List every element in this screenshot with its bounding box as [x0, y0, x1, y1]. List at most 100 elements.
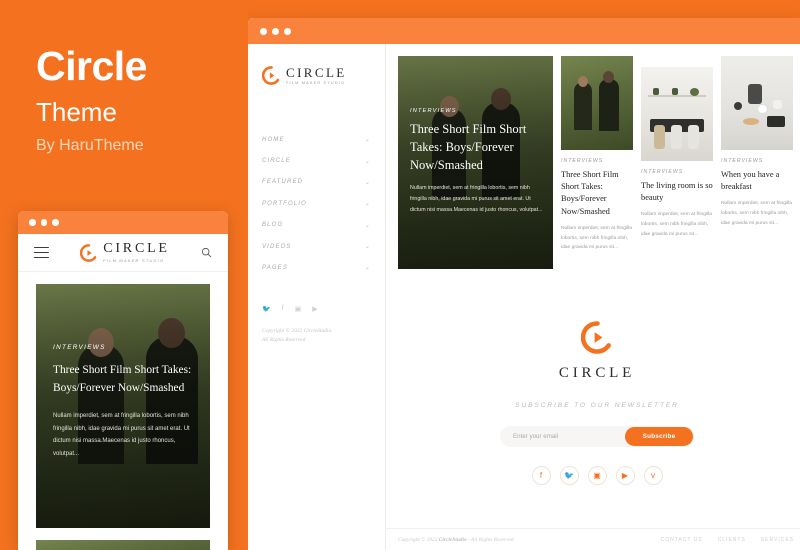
sidebar-item-blog[interactable]: BLOG ⌄ — [262, 215, 371, 236]
logo-wordmark: CIRCLE — [103, 241, 170, 256]
sidebar-item-portfolio[interactable]: PORTFOLIO ⌄ — [262, 193, 371, 214]
footer-link-clients[interactable]: CLIENTS — [718, 537, 746, 543]
window-titlebar — [248, 18, 800, 44]
search-icon[interactable] — [201, 247, 212, 258]
sidebar-social-links: 🐦 f ▣ ▶ — [262, 305, 371, 313]
article-excerpt: Nullam imperdiet, sem at fringilla lobor… — [641, 212, 712, 237]
hamburger-menu-icon[interactable] — [34, 243, 49, 261]
article-excerpt: Nullam imperdiet, sem at fringilla lobor… — [561, 225, 632, 251]
copyright-line-2: All Rights Reserved — [262, 337, 306, 344]
circle-play-logo-icon — [80, 243, 97, 262]
window-dot-maximize[interactable] — [284, 27, 291, 35]
youtube-icon[interactable]: ▶ — [615, 466, 635, 485]
instagram-icon[interactable]: ▣ — [587, 466, 607, 485]
article-card[interactable]: INTERVIEWS When you have a breakfast Nul… — [721, 56, 793, 269]
sidebar-item-videos[interactable]: VIDEOS ⌄ — [262, 236, 371, 257]
mobile-logo[interactable]: CIRCLE FILM MAKER STUDIO — [80, 242, 170, 263]
sidebar-nav: HOME ⌄ CIRCLE ⌄ FEATURED ⌄ PORTFOLIO ⌄ B… — [262, 129, 371, 279]
chevron-down-icon: ⌄ — [364, 179, 371, 186]
sidebar-item-label: VIDEOS — [262, 243, 292, 250]
article-card[interactable]: INTERVIEWS The living room is so beauty … — [641, 56, 713, 269]
window-dot-close[interactable] — [260, 27, 267, 35]
article-excerpt: Nullam imperdiet, sem at fringilla lobor… — [721, 201, 792, 226]
promo-subtitle: Theme — [36, 97, 117, 127]
email-input[interactable]: Enter your email — [513, 433, 558, 440]
article-excerpt: Nullam imperdiet, sem at fringilla lobor… — [53, 412, 190, 457]
article-category: INTERVIEWS — [721, 158, 764, 164]
sidebar-item-home[interactable]: HOME ⌄ — [262, 129, 371, 150]
sidebar-logo[interactable]: CIRCLE FILM MAKER STUDIO — [262, 66, 371, 85]
featured-article-card[interactable]: INTERVIEWS Three Short Film Short Takes:… — [398, 56, 553, 269]
article-category: INTERVIEWS — [561, 158, 604, 164]
circle-play-logo-icon — [580, 321, 611, 354]
footer-bottom-bar: Copyright © 2022 CircleStudio - All Righ… — [386, 528, 800, 550]
desktop-browser-window: CIRCLE FILM MAKER STUDIO HOME ⌄ CIRCLE ⌄… — [248, 18, 800, 550]
logo-wordmark: CIRCLE — [286, 65, 347, 81]
sidebar-item-label: CIRCLE — [262, 158, 291, 165]
copyright-suffix: - All Rights Reserved — [466, 536, 514, 543]
sidebar-item-label: FEATURED — [262, 179, 304, 186]
article-category: INTERVIEWS — [53, 344, 106, 351]
newsletter-subtitle: SUBSCRIBE TO OUR NEWSLETTER — [515, 402, 679, 409]
mobile-window-titlebar — [18, 211, 228, 234]
article-category: INTERVIEWS — [410, 108, 457, 114]
sidebar-item-label: HOME — [262, 136, 285, 143]
sidebar-item-label: PORTFOLIO — [262, 200, 307, 207]
facebook-icon[interactable]: f — [531, 466, 551, 485]
article-thumbnail — [36, 540, 210, 550]
twitter-icon[interactable]: 🐦 — [559, 466, 579, 485]
newsletter-section: CIRCLE SUBSCRIBE TO OUR NEWSLETTER Enter… — [386, 269, 800, 485]
copyright-prefix: Copyright © 2022 — [398, 536, 439, 543]
sidebar-item-pages[interactable]: PAGES ⌄ — [262, 257, 371, 278]
chevron-down-icon: ⌄ — [364, 158, 371, 165]
circle-play-logo-icon — [262, 66, 280, 85]
newsletter-social-links: f 🐦 ▣ ▶ v — [386, 466, 800, 485]
copyright-brand: CircleStudio — [438, 536, 467, 543]
footer-links: CONTACT US CLIENTS SERVICES — [661, 537, 794, 543]
article-thumbnail — [721, 56, 793, 150]
facebook-icon[interactable]: f — [282, 305, 284, 313]
article-card[interactable]: INTERVIEWS Three Short Film Short Takes:… — [561, 56, 633, 269]
promo-byline: By HaruTheme — [36, 137, 144, 154]
footer-link-services[interactable]: SERVICES — [761, 537, 794, 543]
article-thumbnail — [561, 56, 633, 150]
chevron-down-icon: ⌄ — [364, 244, 371, 251]
footer-link-contact-us[interactable]: CONTACT US — [661, 537, 703, 543]
footer-copyright: Copyright © 2022 CircleStudio - All Righ… — [398, 537, 514, 543]
chevron-down-icon: ⌄ — [364, 222, 371, 229]
article-thumbnail — [641, 67, 713, 161]
sidebar-item-featured[interactable]: FEATURED ⌄ — [262, 172, 371, 193]
window-dot-close[interactable] — [29, 219, 36, 226]
subscribe-button[interactable]: Subscribe — [625, 427, 693, 446]
youtube-icon[interactable]: ▶ — [312, 305, 317, 313]
newsletter-brand: CIRCLE — [558, 365, 636, 381]
window-dot-minimize[interactable] — [272, 27, 279, 35]
logo-tagline: FILM MAKER STUDIO — [286, 80, 346, 86]
sidebar-copyright: Copyright © 2022 CircleStudio. All Right… — [262, 327, 371, 346]
sidebar-item-circle[interactable]: CIRCLE ⌄ — [262, 150, 371, 171]
sidebar-item-label: BLOG — [262, 222, 284, 229]
site-sidebar: CIRCLE FILM MAKER STUDIO HOME ⌄ CIRCLE ⌄… — [248, 44, 386, 550]
article-category: INTERVIEWS — [641, 169, 684, 175]
site-main-content: INTERVIEWS Three Short Film Short Takes:… — [386, 44, 800, 550]
newsletter-form: Enter your email Subscribe — [500, 426, 694, 447]
instagram-icon[interactable]: ▣ — [295, 305, 302, 313]
mobile-featured-article-card[interactable]: INTERVIEWS Three Short Film Short Takes:… — [36, 284, 210, 528]
article-title: Three Short Film Short Takes: Boys/Forev… — [561, 170, 619, 216]
mobile-browser-window: CIRCLE FILM MAKER STUDIO INTERVIEWS Thre… — [18, 211, 228, 550]
chevron-down-icon: ⌄ — [364, 265, 371, 272]
sidebar-item-label: PAGES — [262, 264, 288, 271]
article-title: Three Short Film Short Takes: Boys/Forev… — [53, 364, 192, 395]
article-title: When you have a breakfast — [721, 170, 780, 192]
article-grid: INTERVIEWS Three Short Film Short Takes:… — [386, 44, 800, 269]
article-title: The living room is so beauty — [641, 181, 713, 203]
mobile-next-article-card[interactable] — [36, 540, 210, 550]
twitter-icon[interactable]: 🐦 — [262, 305, 271, 313]
chevron-down-icon: ⌄ — [364, 137, 371, 144]
logo-tagline: FILM MAKER STUDIO — [103, 258, 165, 263]
window-dot-minimize[interactable] — [40, 219, 47, 226]
window-dot-maximize[interactable] — [52, 219, 59, 226]
article-title: Three Short Film Short Takes: Boys/Forev… — [410, 122, 527, 172]
promo-title: Circle — [36, 43, 147, 89]
vimeo-icon[interactable]: v — [643, 466, 663, 485]
